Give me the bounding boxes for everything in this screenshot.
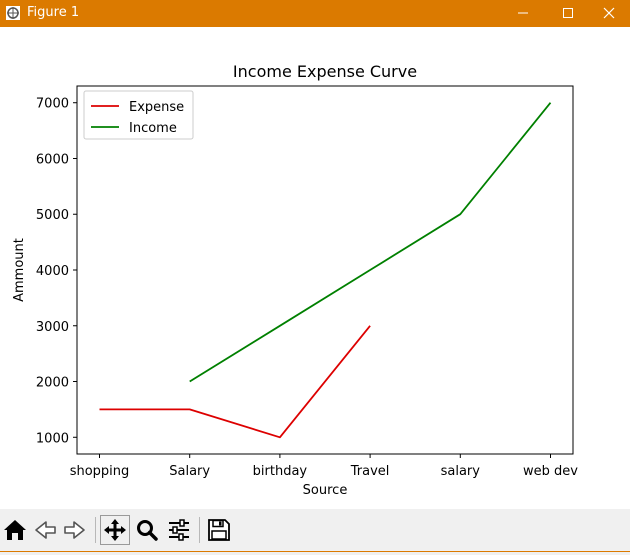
window-title: Figure 1 (27, 5, 80, 20)
series-line-income (189, 102, 552, 383)
toolbar-separator (95, 517, 96, 543)
x-tick-label: shopping (70, 464, 130, 479)
y-tick-label: 2000 (36, 376, 69, 391)
figure-canvas[interactable]: Income Expense Curve shopping Salary birthd… (0, 27, 630, 509)
forward-button[interactable] (60, 514, 90, 546)
magnifier-icon (137, 520, 158, 541)
x-tick-label: Salary (169, 464, 210, 479)
chart-title: Income Expense Curve (233, 62, 417, 81)
y-tick-label: 1000 (36, 431, 69, 446)
pan-button[interactable] (100, 515, 130, 545)
home-button[interactable] (0, 514, 30, 546)
legend-label-income: Income (129, 121, 177, 136)
close-icon (603, 7, 615, 19)
y-tick-label: 3000 (36, 320, 69, 335)
navigation-toolbar (0, 509, 630, 551)
minimize-button[interactable] (500, 0, 546, 27)
y-axis-label: Ammount (12, 238, 27, 302)
floppy-disk-icon (208, 519, 230, 541)
configure-subplots-button[interactable] (164, 514, 194, 546)
window-titlebar: Figure 1 (0, 0, 630, 27)
window-bottom-border (0, 551, 630, 555)
x-tick-label: web dev (523, 464, 578, 479)
y-tick-label: 7000 (36, 97, 69, 112)
y-tick-label: 4000 (36, 264, 69, 279)
minimize-icon (518, 12, 528, 14)
y-tick-label: 5000 (36, 208, 69, 223)
app-icon (6, 6, 20, 20)
sliders-icon (169, 519, 189, 541)
close-button[interactable] (590, 0, 630, 27)
y-tick-label: 6000 (36, 152, 69, 167)
plot-frame (76, 85, 574, 455)
x-tick-label: birthday (253, 464, 308, 479)
back-arrow-icon (35, 521, 56, 539)
x-axis-label: Source (303, 483, 348, 498)
maximize-icon (563, 8, 573, 18)
series-line-expense (99, 325, 371, 439)
back-button[interactable] (30, 514, 60, 546)
forward-arrow-icon (64, 521, 85, 539)
legend-label-expense: Expense (129, 100, 184, 115)
home-icon (4, 520, 26, 540)
toolbar-separator (199, 517, 200, 543)
line-chart: Income Expense Curve shopping Salary birthd… (12, 62, 578, 498)
x-tick-label: Travel (350, 464, 390, 479)
maximize-button[interactable] (545, 0, 591, 27)
move-icon (104, 519, 126, 541)
save-button[interactable] (204, 514, 234, 546)
x-tick-label: salary (441, 464, 481, 479)
zoom-button[interactable] (132, 514, 162, 546)
